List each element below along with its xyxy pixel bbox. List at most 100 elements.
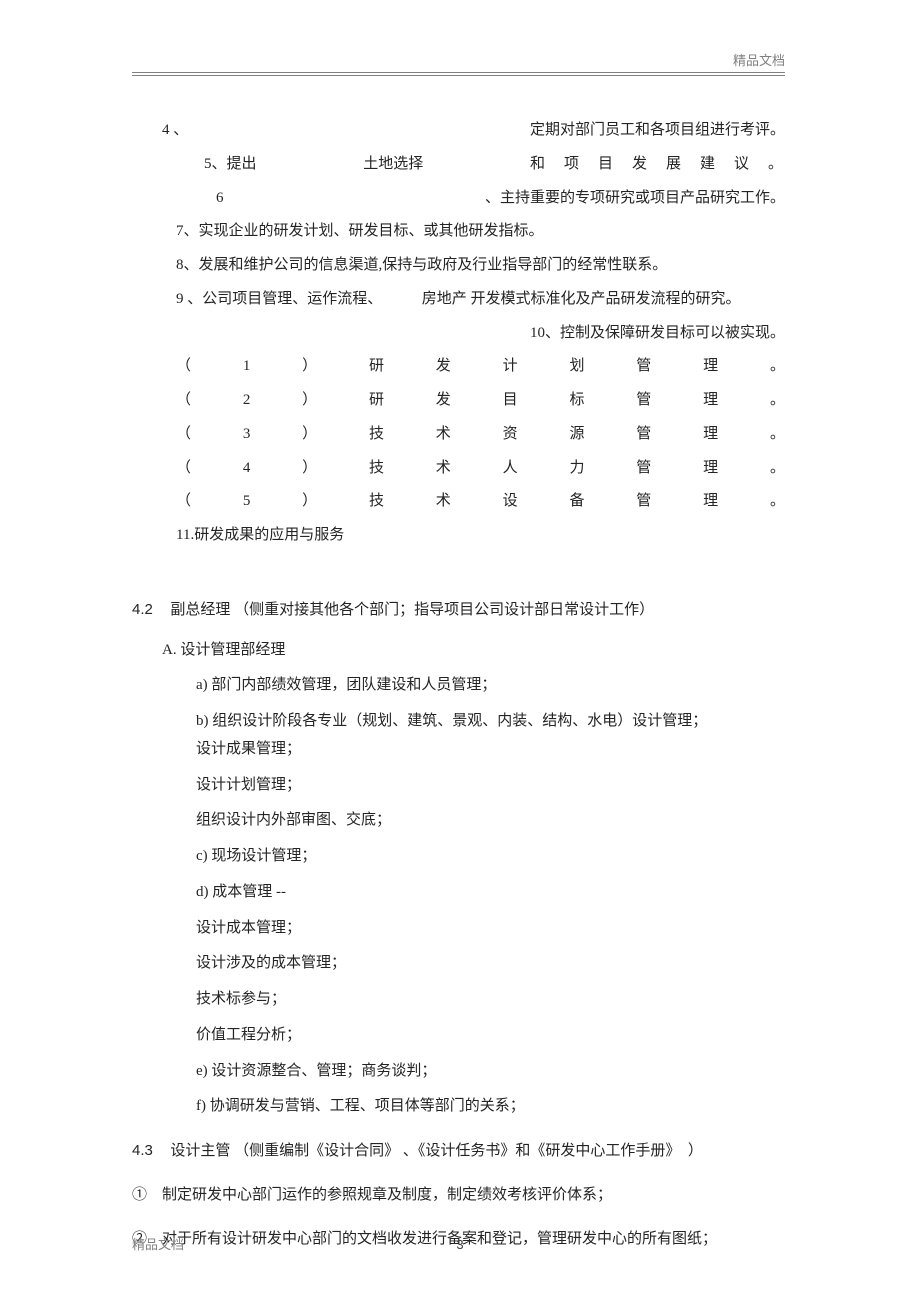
sub-item-cell: 计 xyxy=(503,356,518,378)
sub-item-cell: 。 xyxy=(770,458,785,480)
item-b-2: 设计成果管理； xyxy=(196,739,785,761)
sub-item-cell: 划 xyxy=(569,356,584,378)
item-9-a: 9 、公司项目管理、运作流程、 xyxy=(176,291,382,307)
sub-item-cell: 人 xyxy=(503,458,518,480)
sub-item-cell: （ xyxy=(176,356,191,378)
item-11: 11.研发成果的应用与服务 xyxy=(132,525,785,547)
document-page: 精品文档 4 、 定期对部门员工和各项目组进行考评。 5、提出 土地选择 和 项… xyxy=(0,0,920,1303)
sub-item-cell: 源 xyxy=(569,424,584,446)
sub-item-cell: ） xyxy=(302,390,317,412)
header-rule xyxy=(132,72,785,76)
sub-item-cell: 理 xyxy=(703,458,718,480)
section-4-3-title: 设计主管 （侧重编制《设计合同》 、《设计任务书》和《研发中心工作手册》 ） xyxy=(170,1143,703,1159)
item-9: 9 、公司项目管理、运作流程、 房地产 开发模式标准化及产品研发流程的研究。 xyxy=(132,289,785,311)
sub-item-cell: 管 xyxy=(636,491,651,513)
sub-item-cell: 技 xyxy=(369,424,384,446)
sub-item-cell: 管 xyxy=(636,424,651,446)
sub-item-cell: ） xyxy=(302,458,317,480)
sub-item-cell: 术 xyxy=(436,491,451,513)
section-4-3-heading: 4.3 设计主管 （侧重编制《设计合同》 、《设计任务书》和《研发中心工作手册》… xyxy=(132,1140,785,1163)
sub-item-cell: 设 xyxy=(503,491,518,513)
item-9-b: 房地产 开发模式标准化及产品研发流程的研究。 xyxy=(422,291,741,307)
sub-item-cell: 。 xyxy=(770,424,785,446)
sub-item-row: （ 3 ） 技 术 资 源 管 理 。 xyxy=(176,424,785,446)
sub-item-cell: 目 xyxy=(503,390,518,412)
sub-item-cell: 。 xyxy=(770,356,785,378)
sub-item-cell: 术 xyxy=(436,458,451,480)
item-f: f) 协调研发与营销、工程、项目体等部门的关系； xyxy=(196,1096,785,1118)
sub-item-cell: （ xyxy=(176,491,191,513)
sub-item-cell: （ xyxy=(176,424,191,446)
page-number: 3 xyxy=(456,1236,463,1255)
section-4-2-title: 副总经理 （侧重对接其他各个部门；指导项目公司设计部日常设计工作） xyxy=(170,602,654,618)
item-5-tail: 和 项 目 发 展 建 议 。 xyxy=(530,154,785,176)
sub-item-cell: 研 xyxy=(369,390,384,412)
item-10: 10、控制及保障研发目标可以被实现。 xyxy=(132,323,785,345)
item-5-pre: 5、提出 xyxy=(204,154,257,176)
sub-item-cell: 理 xyxy=(703,491,718,513)
sub-item-cell: 管 xyxy=(636,356,651,378)
sub-item-row: （ 2 ） 研 发 目 标 管 理 。 xyxy=(176,390,785,412)
sub-item-cell: 发 xyxy=(436,356,451,378)
item-c: c) 现场设计管理； xyxy=(196,846,785,868)
item-7: 7、实现企业的研发计划、研发目标、或其他研发指标。 xyxy=(132,221,785,243)
item-d-1: d) 成本管理 -- xyxy=(196,882,785,904)
sub-item-cell: 备 xyxy=(569,491,584,513)
sub-item-cell: 管 xyxy=(636,390,651,412)
sub-item-cell: ） xyxy=(302,424,317,446)
item-4: 4 、 定期对部门员工和各项目组进行考评。 xyxy=(132,120,785,142)
item-d-3: 设计涉及的成本管理； xyxy=(196,953,785,975)
item-circled-1: ① 制定研发中心部门运作的参照规章及制度，制定绩效考核评价体系； xyxy=(132,1185,785,1207)
sub-item-cell: 发 xyxy=(436,390,451,412)
sub-item-cell: ） xyxy=(302,491,317,513)
sub-item-cell: 标 xyxy=(569,390,584,412)
sub-item-cell: 。 xyxy=(770,390,785,412)
sub-item-cell: 4 xyxy=(243,458,251,480)
item-4-num: 4 、 xyxy=(162,120,188,142)
sub-item-cell: 技 xyxy=(369,491,384,513)
sub-item-cell: 力 xyxy=(569,458,584,480)
item-d-4: 技术标参与； xyxy=(196,989,785,1011)
sub-item-cell: 术 xyxy=(436,424,451,446)
item-d-2: 设计成本管理； xyxy=(196,918,785,940)
subsection-A: A. 设计管理部经理 xyxy=(162,640,785,662)
item-6-text: 、主持重要的专项研究或项目产品研究工作。 xyxy=(485,188,785,210)
sub-item-cell: 研 xyxy=(369,356,384,378)
sub-item-row: （ 4 ） 技 术 人 力 管 理 。 xyxy=(176,458,785,480)
item-b-3: 设计计划管理； xyxy=(196,775,785,797)
sub-item-cell: 理 xyxy=(703,356,718,378)
sub-item-cell: 理 xyxy=(703,390,718,412)
item-e: e) 设计资源整合、管理；商务谈判； xyxy=(196,1061,785,1083)
sub-item-cell: 资 xyxy=(503,424,518,446)
item-6-num: 6 xyxy=(204,188,224,210)
sub-item-cell: 2 xyxy=(243,390,251,412)
sub-item-cell: ） xyxy=(302,356,317,378)
sub-item-row: （ 1 ） 研 发 计 划 管 理 。 xyxy=(176,356,785,378)
sub-item-cell: （ xyxy=(176,458,191,480)
sub-item-cell: 理 xyxy=(703,424,718,446)
item-d-5: 价值工程分析； xyxy=(196,1025,785,1047)
item-b-4: 组织设计内外部审图、交底； xyxy=(196,810,785,832)
sub-item-cell: 。 xyxy=(770,491,785,513)
item-b-1: b) 组织设计阶段各专业（规划、建筑、景观、内装、结构、水电）设计管理； xyxy=(196,711,785,733)
item-5-mid: 土地选择 xyxy=(363,154,423,176)
item-4-text: 定期对部门员工和各项目组进行考评。 xyxy=(530,120,785,142)
sub-item-cell: 管 xyxy=(636,458,651,480)
sub-item-cell: 3 xyxy=(243,424,251,446)
section-4-2-number: 4.2 xyxy=(132,601,153,618)
sub-item-row: （ 5 ） 技 术 设 备 管 理 。 xyxy=(176,491,785,513)
sub-item-list: （1）研发计划管理。（2）研发目标管理。（3）技术资源管理。（4）技术人力管理。… xyxy=(132,356,785,513)
sub-item-cell: 技 xyxy=(369,458,384,480)
footer-watermark: 精品文档 xyxy=(132,1236,184,1255)
item-8: 8、发展和维护公司的信息渠道,保持与政府及行业指导部门的经常性联系。 xyxy=(132,255,785,277)
sub-item-cell: （ xyxy=(176,390,191,412)
sub-item-cell: 5 xyxy=(243,491,251,513)
item-5: 5、提出 土地选择 和 项 目 发 展 建 议 。 xyxy=(132,154,785,176)
section-4-3-number: 4.3 xyxy=(132,1142,153,1159)
item-6: 6 、主持重要的专项研究或项目产品研究工作。 xyxy=(132,188,785,210)
header-watermark: 精品文档 xyxy=(733,52,785,71)
section-4-2-heading: 4.2 副总经理 （侧重对接其他各个部门；指导项目公司设计部日常设计工作） xyxy=(132,599,785,622)
item-a: a) 部门内部绩效管理，团队建设和人员管理； xyxy=(196,675,785,697)
page-body: 4 、 定期对部门员工和各项目组进行考评。 5、提出 土地选择 和 项 目 发 … xyxy=(132,120,785,1262)
sub-item-cell: 1 xyxy=(243,356,251,378)
